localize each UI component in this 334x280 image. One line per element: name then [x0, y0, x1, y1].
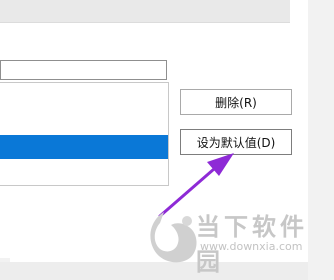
watermark-url: www.downxia.com — [200, 240, 303, 253]
